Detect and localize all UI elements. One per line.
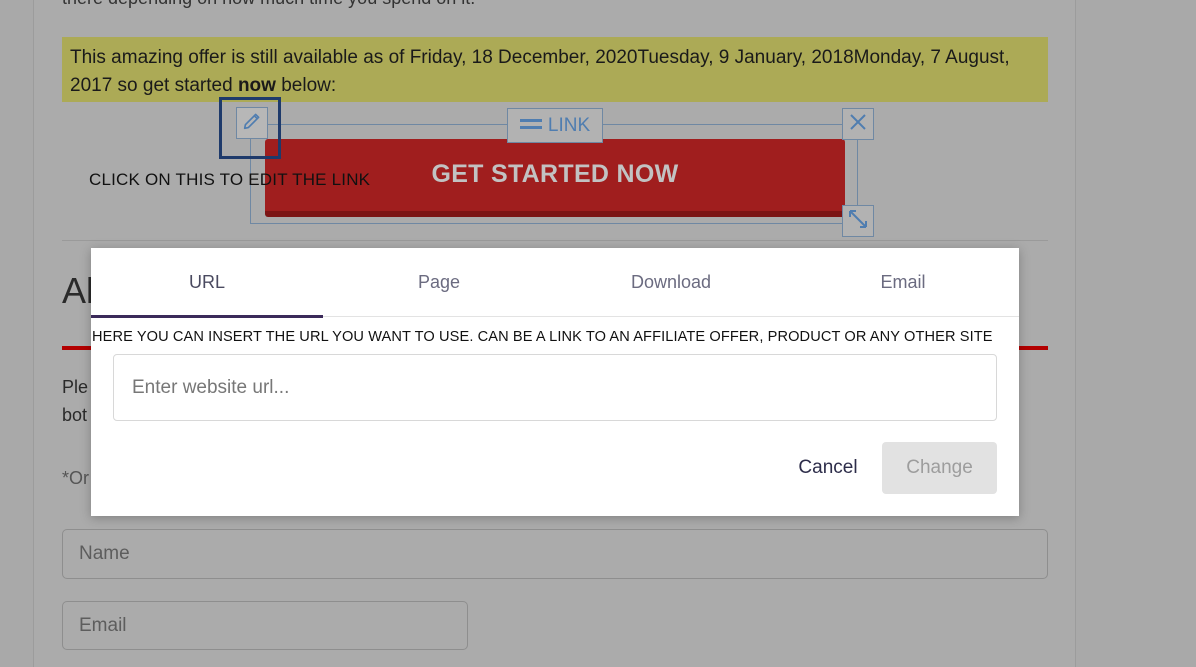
tab-email[interactable]: Email bbox=[787, 248, 1019, 317]
intro-text-fragment: there depending on how much time you spe… bbox=[62, 0, 475, 9]
cancel-button[interactable]: Cancel bbox=[785, 442, 871, 494]
section-divider bbox=[62, 240, 1048, 241]
offer-text: This amazing offer is still available as… bbox=[70, 47, 1010, 96]
tab-page[interactable]: Page bbox=[323, 248, 555, 317]
resize-handle[interactable] bbox=[842, 205, 874, 237]
link-tag-label: LINK bbox=[547, 114, 591, 136]
edit-button-highlight bbox=[219, 97, 281, 159]
tab-download[interactable]: Download bbox=[555, 248, 787, 317]
edit-link-annotation: CLICK ON THIS TO EDIT THE LINK bbox=[89, 170, 371, 189]
drag-handle-icon bbox=[519, 115, 542, 137]
url-help-text: HERE YOU CAN INSERT THE URL YOU WANT TO … bbox=[92, 329, 993, 345]
resize-icon bbox=[847, 208, 869, 235]
offer-bold-word: now bbox=[237, 75, 276, 96]
name-field[interactable]: Name bbox=[62, 529, 1048, 579]
tab-url[interactable]: URL bbox=[91, 248, 323, 318]
change-button[interactable]: Change bbox=[882, 442, 997, 494]
paragraph-fragment-2: bot bbox=[62, 405, 88, 425]
link-drag-tag[interactable]: LINK bbox=[507, 108, 603, 143]
paragraph-fragment-1: Ple bbox=[62, 377, 89, 397]
offer-text-end: below: bbox=[275, 75, 337, 96]
website-url-input[interactable] bbox=[113, 354, 997, 421]
link-type-tabs: URL Page Download Email bbox=[91, 248, 1019, 318]
remove-element-button[interactable] bbox=[842, 108, 874, 140]
note-fragment: *Or bbox=[62, 468, 89, 488]
section-heading-fragment: Al bbox=[62, 270, 95, 311]
link-editor-modal: URL Page Download Email HERE YOU CAN INS… bbox=[91, 248, 1019, 516]
offer-highlight-box: This amazing offer is still available as… bbox=[62, 37, 1048, 102]
email-field[interactable]: Email bbox=[62, 601, 468, 650]
close-icon bbox=[848, 112, 868, 137]
